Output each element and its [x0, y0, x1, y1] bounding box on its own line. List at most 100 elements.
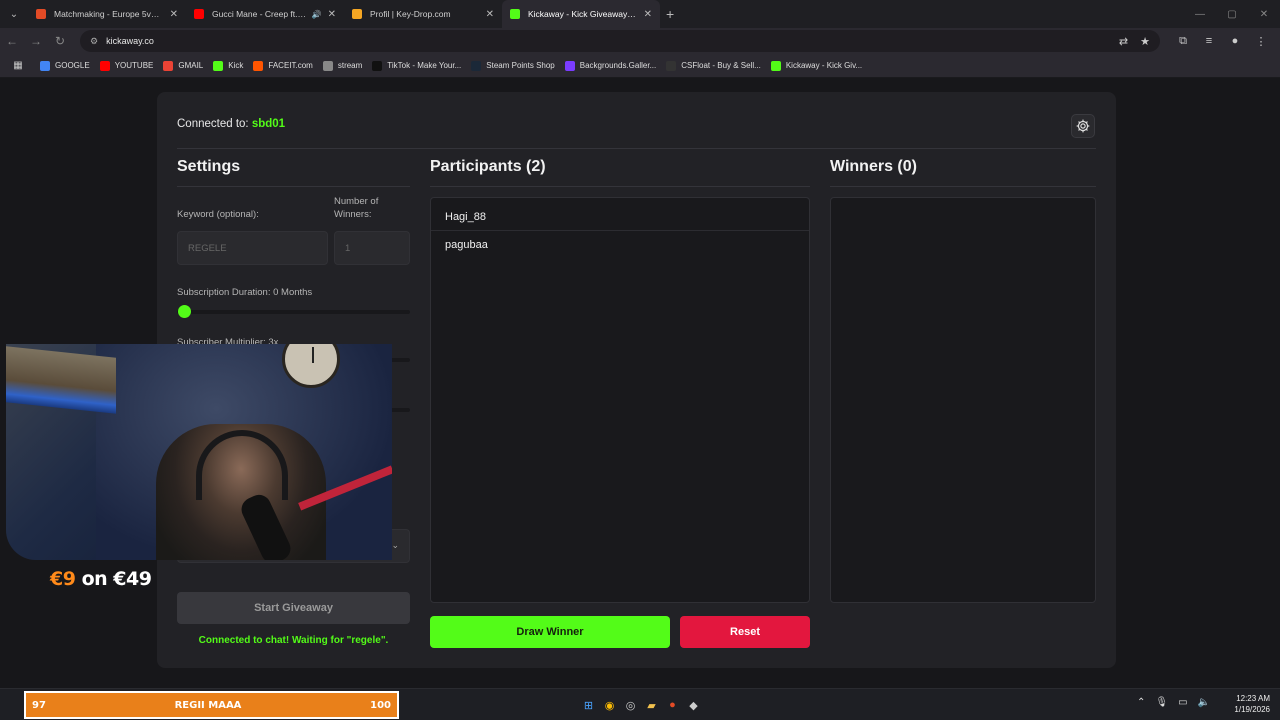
bookmark-favicon-icon — [253, 60, 264, 71]
bookmarks-bar: ▦ GOOGLE YOUTUBE GMAIL Kick FACEIT.com stream… — [0, 54, 1280, 78]
volume-icon[interactable]: 🔈 — [1198, 697, 1210, 708]
hp-name: REGII MAAA — [174, 699, 242, 711]
translate-icon[interactable]: ⇄ — [1119, 35, 1128, 48]
bookmark-item[interactable]: Steam Points Shop — [471, 60, 555, 71]
bookmark-item[interactable]: Backgrounds.Galler... — [564, 60, 656, 71]
new-tab-button[interactable]: + — [666, 6, 674, 22]
close-tab-icon[interactable]: ✕ — [486, 9, 494, 20]
speaker-icon[interactable]: 🔊 — [312, 10, 322, 19]
menu-icon[interactable]: ⋮ — [1248, 35, 1274, 48]
windows-start-icon[interactable]: ⊞ — [578, 695, 599, 715]
close-tab-icon[interactable]: ✕ — [170, 9, 178, 20]
winners-list — [830, 197, 1096, 603]
start-giveaway-button[interactable]: Start Giveaway — [177, 592, 410, 624]
tab-title: Gucci Mane - Creep ft. 21 S — [212, 9, 308, 19]
url-text: kickaway.co — [106, 36, 154, 46]
bookmark-label: stream — [337, 61, 363, 70]
taskbar-apps: ⊞ ◉ ◎ ▰ ● ◆ — [578, 695, 704, 715]
keydrop-icon — [352, 9, 362, 19]
tab-search-icon[interactable]: ⌄ — [0, 0, 28, 28]
channel-name: sbd01 — [251, 118, 286, 130]
bookmark-item[interactable]: TikTok - Make Your... — [372, 60, 461, 71]
faceit-app-icon[interactable]: ● — [662, 695, 683, 715]
address-bar: ← → ↻ ⚙ kickaway.co ⇄ ★ ⧉ ≡ ● ⋮ — [0, 28, 1280, 54]
reload-icon[interactable]: ↻ — [48, 34, 72, 48]
clock-time: 12:23 AM — [1236, 694, 1270, 703]
tab-bar: ⌄ Matchmaking - Europe 5v5 Qu ✕ Gucci Ma… — [0, 0, 1280, 28]
bookmark-item[interactable]: CSFloat - Buy & Sell... — [666, 60, 761, 71]
price-current: €9 — [50, 568, 76, 590]
settings-gear-button[interactable] — [1071, 114, 1095, 138]
chevron-up-icon[interactable]: ⌃ — [1137, 697, 1145, 708]
taskbar: 97 REGII MAAA 100 ⊞ ◉ ◎ ▰ ● ◆ ⌃ 🎙 ▭ 🔈 12… — [0, 688, 1280, 720]
tab-title: Kickaway - Kick Giveaway Tool — [528, 9, 638, 19]
bookmark-label: CSFloat - Buy & Sell... — [681, 61, 761, 70]
keyword-label: Keyword (optional): — [177, 209, 259, 220]
bookmark-item[interactable]: Kickaway - Kick Giv... — [770, 60, 862, 71]
minimize-icon[interactable]: — — [1184, 0, 1216, 28]
bookmark-favicon-icon — [40, 60, 50, 71]
url-input[interactable]: ⚙ kickaway.co ⇄ ★ — [80, 30, 1160, 52]
chevron-down-icon: ⌄ — [391, 540, 399, 550]
system-tray: ⌃ 🎙 ▭ 🔈 — [1127, 697, 1210, 708]
tab-title: Profil | Key-Drop.com — [370, 9, 451, 19]
tab-kickaway[interactable]: Kickaway - Kick Giveaway Tool ✕ — [502, 0, 660, 28]
microphone-icon[interactable]: 🎙 — [1155, 697, 1168, 708]
bookmark-favicon-icon — [471, 60, 482, 71]
divider — [177, 148, 1096, 149]
close-tab-icon[interactable]: ✕ — [644, 9, 652, 20]
bookmark-label: Steam Points Shop — [486, 61, 555, 70]
sub-duration-slider[interactable] — [177, 310, 410, 314]
bookmark-item[interactable]: FACEIT.com — [253, 60, 313, 71]
kickaway-icon — [510, 9, 520, 19]
reset-button[interactable]: Reset — [680, 616, 810, 648]
keyword-input[interactable]: REGELE — [177, 231, 328, 265]
tab-title: Matchmaking - Europe 5v5 Qu — [54, 9, 164, 19]
media-icon[interactable]: ≡ — [1196, 35, 1222, 48]
steam-icon[interactable]: ◆ — [683, 695, 704, 715]
system-clock[interactable]: 12:23 AM 1/19/2026 — [1234, 693, 1270, 715]
sub-duration-slider-handle[interactable] — [178, 305, 191, 318]
webcam-shelf — [6, 346, 116, 414]
display-icon[interactable]: ▭ — [1178, 697, 1187, 708]
tab-matchmaking[interactable]: Matchmaking - Europe 5v5 Qu ✕ — [28, 0, 186, 28]
bookmark-favicon-icon — [213, 60, 224, 71]
profile-avatar[interactable]: ● — [1222, 35, 1248, 48]
winners-count-input[interactable]: 1 — [334, 231, 410, 265]
chrome-icon[interactable]: ◉ — [599, 695, 620, 715]
obs-icon[interactable]: ◎ — [620, 695, 641, 715]
connection-status: Connected to: sbd01 — [177, 118, 285, 130]
close-window-icon[interactable]: ✕ — [1248, 0, 1280, 28]
clock-date: 1/19/2026 — [1234, 705, 1270, 714]
participant-item: pagubaa — [445, 238, 488, 251]
bookmark-item[interactable]: stream — [322, 60, 363, 71]
participants-title: Participants (2) — [430, 158, 546, 175]
bookmark-star-icon[interactable]: ★ — [1140, 35, 1150, 48]
price-separator: on — [75, 568, 114, 590]
divider — [830, 186, 1096, 187]
maximize-icon[interactable]: ▢ — [1216, 0, 1248, 28]
participants-list: Hagi_88 pagubaa — [430, 197, 810, 603]
apps-grid-icon[interactable]: ▦ — [6, 60, 30, 71]
bookmark-favicon-icon — [99, 60, 110, 71]
bookmark-item[interactable]: GOOGLE — [40, 60, 90, 71]
youtube-icon — [194, 9, 204, 19]
site-info-icon[interactable]: ⚙ — [90, 36, 98, 47]
forward-icon[interactable]: → — [24, 34, 48, 48]
bookmark-favicon-icon — [666, 60, 677, 71]
bookmark-item[interactable]: YOUTUBE — [99, 60, 153, 71]
divider — [177, 186, 410, 187]
health-bar-overlay: 97 REGII MAAA 100 — [24, 691, 399, 719]
bookmark-item[interactable]: GMAIL — [163, 60, 203, 71]
price-original: €49 — [113, 568, 152, 590]
bookmark-label: FACEIT.com — [268, 61, 313, 70]
close-tab-icon[interactable]: ✕ — [328, 9, 336, 20]
tab-keydrop[interactable]: Profil | Key-Drop.com ✕ — [344, 0, 502, 28]
draw-winner-button[interactable]: Draw Winner — [430, 616, 670, 648]
file-explorer-icon[interactable]: ▰ — [641, 695, 662, 715]
back-icon[interactable]: ← — [0, 34, 24, 48]
bookmark-item[interactable]: Kick — [213, 60, 243, 71]
bookmark-label: GOOGLE — [55, 61, 90, 70]
tab-gucci-mane[interactable]: Gucci Mane - Creep ft. 21 S 🔊 ✕ — [186, 0, 344, 28]
extensions-icon[interactable]: ⧉ — [1170, 35, 1196, 48]
